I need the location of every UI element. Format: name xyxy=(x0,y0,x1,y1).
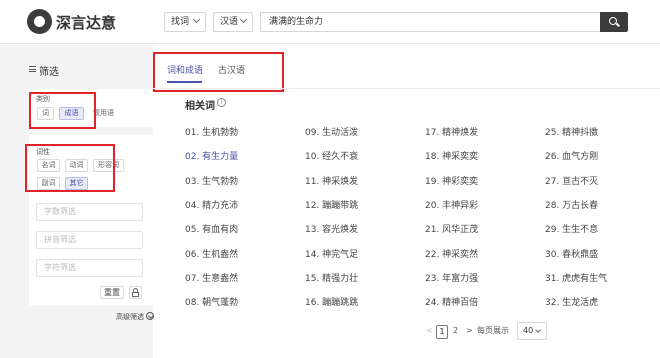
result-word-item[interactable]: 29. 生生不息 xyxy=(545,222,598,235)
pinyin-filter-input[interactable]: 拼音筛选 xyxy=(36,231,143,249)
next-page-button[interactable]: > xyxy=(466,325,473,339)
page-2-button[interactable]: 2 xyxy=(453,325,458,339)
result-word-item[interactable]: 30. 春秋鼎盛 xyxy=(545,247,598,260)
result-word-item[interactable]: 12. 蹦蹦带跳 xyxy=(305,198,358,211)
annotation-box-pos xyxy=(25,144,115,192)
result-word-item[interactable]: 14. 神完气足 xyxy=(305,247,358,260)
tab-divider xyxy=(153,88,660,89)
page-1-button[interactable]: 1 xyxy=(436,325,448,339)
search-button[interactable] xyxy=(600,12,628,32)
brand-name[interactable]: 深言达意 xyxy=(56,12,116,33)
chevron-down-icon xyxy=(535,327,541,333)
result-word-item[interactable]: 05. 有血有肉 xyxy=(185,222,238,235)
result-word-item[interactable]: 28. 万古长春 xyxy=(545,198,598,211)
reset-button[interactable]: 重置 xyxy=(100,286,124,299)
active-tab-indicator xyxy=(167,81,202,83)
top-bar: 深言达意 找词 汉语 满满的生命力 xyxy=(0,0,660,44)
result-word-item[interactable]: 26. 血气方刚 xyxy=(545,149,598,162)
result-word-item[interactable]: 09. 生动活泼 xyxy=(305,125,358,138)
result-word-item[interactable]: 13. 容光焕发 xyxy=(305,222,358,235)
result-word-item[interactable]: 19. 神彩奕奕 xyxy=(425,174,478,187)
info-icon[interactable]: i xyxy=(217,98,226,107)
word-count-filter-input[interactable]: 字数筛选 xyxy=(36,203,143,221)
tab-classical-chinese[interactable]: 古汉语 xyxy=(218,63,245,76)
tab-words-idioms[interactable]: 词和成语 xyxy=(167,63,203,76)
result-word-item[interactable]: 24. 精神百倍 xyxy=(425,295,478,308)
result-word-item[interactable]: 07. 生意盎然 xyxy=(185,271,238,284)
result-word-item[interactable]: 04. 精力充沛 xyxy=(185,198,238,211)
filter-title: 筛选 xyxy=(39,67,59,78)
result-word-item[interactable]: 17. 精神焕发 xyxy=(425,125,478,138)
mode-select[interactable]: 找词 xyxy=(164,12,206,32)
prev-page-button[interactable]: < xyxy=(426,325,433,339)
per-page-value: 40 xyxy=(523,326,534,335)
result-word-item[interactable]: 23. 年富力强 xyxy=(425,271,478,284)
result-word-item[interactable]: 18. 神采奕奕 xyxy=(425,149,478,162)
result-word-item[interactable]: 01. 生机勃勃 xyxy=(185,125,238,138)
mode-select-value: 找词 xyxy=(171,17,190,27)
per-page-label: 每页展示 xyxy=(477,326,509,335)
per-page-select[interactable]: 40 xyxy=(517,322,547,340)
chevron-down-icon xyxy=(192,15,201,24)
brand-logo-icon[interactable] xyxy=(27,9,52,34)
result-word-item[interactable]: 10. 经久不衰 xyxy=(305,149,358,162)
result-word-item[interactable]: 27. 亘古不灭 xyxy=(545,174,598,187)
result-word-item[interactable]: 20. 丰神异彩 xyxy=(425,198,478,211)
results-title: 相关词 xyxy=(185,101,215,112)
menu-icon xyxy=(29,66,36,72)
result-word-item[interactable]: 15. 精强力壮 xyxy=(305,271,358,284)
result-word-item[interactable]: 08. 朝气蓬勃 xyxy=(185,295,238,308)
result-word-item[interactable]: 03. 生气勃勃 xyxy=(185,174,238,187)
language-select-value: 汉语 xyxy=(220,17,239,27)
result-word-item[interactable]: 32. 生龙活虎 xyxy=(545,295,598,308)
result-word-item[interactable]: 06. 生机盎然 xyxy=(185,247,238,260)
lock-button[interactable] xyxy=(129,286,142,299)
result-word-item[interactable]: 22. 神采奕然 xyxy=(425,247,478,260)
result-word-item[interactable]: 16. 蹦蹦跳跳 xyxy=(305,295,358,308)
language-select[interactable]: 汉语 xyxy=(213,12,253,32)
result-word-item[interactable]: 31. 虎虎有生气 xyxy=(545,271,607,284)
annotation-box-category xyxy=(29,92,96,129)
result-word-item[interactable]: 02. 有生力量 xyxy=(185,149,238,162)
result-word-item[interactable]: 21. 风华正茂 xyxy=(425,222,478,235)
search-input[interactable]: 满满的生命力 xyxy=(260,12,600,32)
result-word-item[interactable]: 25. 精神抖擞 xyxy=(545,125,598,138)
chevron-down-circle-icon[interactable] xyxy=(146,312,154,320)
chevron-down-icon xyxy=(239,15,248,24)
character-filter-input[interactable]: 字符筛选 xyxy=(36,259,143,277)
advanced-filter-link[interactable]: 高级筛选 xyxy=(116,312,144,322)
result-word-item[interactable]: 11. 神采焕发 xyxy=(305,174,358,187)
